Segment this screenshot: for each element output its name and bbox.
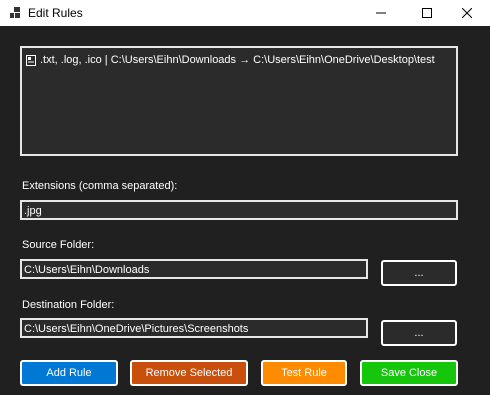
- maximize-icon: [422, 8, 432, 18]
- list-item[interactable]: .txt, .log, .ico | C:\Users\Eihn\Downloa…: [26, 54, 435, 66]
- title-bar: Edit Rules: [0, 0, 490, 26]
- close-icon: [462, 8, 472, 18]
- rules-list[interactable]: .txt, .log, .ico | C:\Users\Eihn\Downloa…: [20, 46, 458, 156]
- source-folder-input[interactable]: C:\Users\Eihn\Downloads: [20, 259, 368, 279]
- add-rule-button[interactable]: Add Rule: [20, 360, 118, 386]
- destination-browse-button[interactable]: ...: [381, 320, 457, 346]
- source-browse-button[interactable]: ...: [381, 260, 457, 286]
- minimize-button[interactable]: [358, 0, 404, 26]
- window-title: Edit Rules: [28, 6, 83, 20]
- extensions-label: Extensions (comma separated):: [22, 180, 178, 192]
- minimize-icon: [376, 12, 386, 14]
- source-folder-label: Source Folder:: [22, 239, 95, 251]
- destination-folder-input[interactable]: C:\Users\Eihn\OneDrive\Pictures\Screensh…: [20, 318, 368, 338]
- document-icon: [26, 54, 36, 66]
- destination-folder-label: Destination Folder:: [22, 299, 115, 311]
- save-close-button[interactable]: Save Close: [360, 360, 458, 386]
- app-icon: [10, 7, 20, 18]
- rule-item-label: .txt, .log, .ico | C:\Users\Eihn\Downloa…: [40, 54, 435, 66]
- extensions-input[interactable]: .jpg: [20, 200, 458, 220]
- test-rule-button[interactable]: Test Rule: [261, 360, 347, 386]
- remove-selected-button[interactable]: Remove Selected: [130, 360, 248, 386]
- close-button[interactable]: [444, 0, 490, 26]
